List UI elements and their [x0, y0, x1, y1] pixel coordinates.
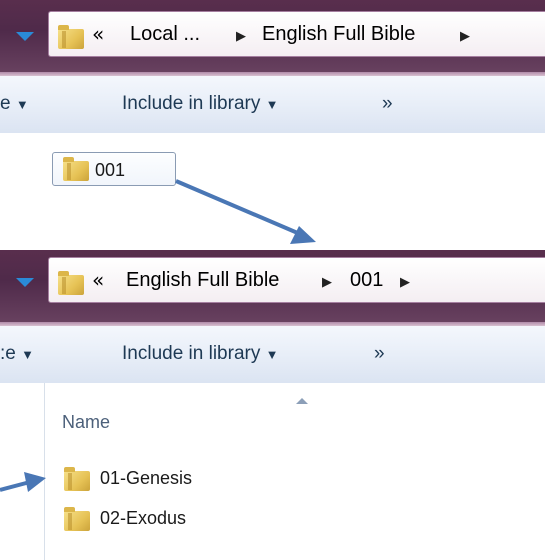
column-header-name[interactable]: Name [62, 412, 110, 433]
folder-icon [58, 25, 84, 49]
list-item[interactable]: 01-Genesis [60, 464, 260, 494]
breadcrumb-item-local[interactable]: Local ... [130, 20, 200, 48]
navigation-pane-edge [0, 383, 44, 560]
recent-locations-dropdown-icon[interactable] [16, 32, 34, 41]
breadcrumb-overflow[interactable]: « [92, 266, 104, 294]
breadcrumb-separator-icon[interactable]: ▶ [322, 266, 332, 294]
explorer-window-top: « Local ... ▶ English Full Bible ▶ e ▼ I… [0, 0, 545, 245]
folder-icon [64, 507, 90, 531]
breadcrumb-separator-icon[interactable]: ▶ [236, 20, 246, 48]
recent-locations-dropdown-icon[interactable] [16, 278, 34, 287]
folder-icon [64, 467, 90, 491]
organize-button-partial[interactable]: e ▼ [0, 90, 29, 118]
more-commands-button[interactable]: » [382, 90, 393, 118]
organize-label: e [0, 93, 11, 114]
breadcrumb-item-english-full-bible[interactable]: English Full Bible [262, 20, 415, 48]
organize-button-partial[interactable]: :e ▼ [0, 340, 34, 368]
include-in-library-button[interactable]: Include in library ▼ [122, 90, 279, 118]
include-in-library-button[interactable]: Include in library ▼ [122, 340, 279, 368]
folder-name: 001 [95, 160, 126, 180]
include-in-library-label: Include in library [122, 93, 261, 114]
breadcrumb-item-001[interactable]: 001 [350, 266, 383, 294]
command-bar: e ▼ Include in library ▼ » [0, 76, 545, 134]
file-list [0, 133, 545, 245]
explorer-window-bottom: « English Full Bible ▶ 001 ▶ :e ▼ Includ… [0, 250, 545, 560]
folder-name: 01-Genesis [100, 468, 193, 488]
folder-item-001[interactable]: 001 [52, 152, 176, 186]
sort-ascending-icon [296, 398, 308, 404]
chevron-down-icon: ▼ [265, 97, 279, 112]
folder-name: 02-Exodus [100, 508, 187, 528]
address-bar: « English Full Bible ▶ 001 ▶ [0, 250, 545, 326]
chevron-down-icon: ▼ [265, 347, 279, 362]
breadcrumb-overflow[interactable]: « [92, 20, 104, 48]
include-in-library-label: Include in library [122, 343, 261, 364]
breadcrumb-separator-icon[interactable]: ▶ [400, 266, 410, 294]
pane-divider[interactable] [44, 383, 45, 560]
list-item[interactable]: 02-Exodus [60, 504, 260, 534]
more-commands-button[interactable]: » [374, 340, 385, 368]
folder-icon [58, 271, 84, 295]
chevron-down-icon: ▼ [15, 97, 29, 112]
breadcrumb-item-english-full-bible[interactable]: English Full Bible [126, 266, 279, 294]
breadcrumb-separator-icon[interactable]: ▶ [460, 20, 470, 48]
address-field[interactable] [48, 257, 545, 303]
folder-icon [63, 157, 89, 181]
command-bar: :e ▼ Include in library ▼ » [0, 326, 545, 384]
chevron-down-icon: ▼ [21, 347, 35, 362]
organize-label: :e [0, 343, 16, 364]
address-bar: « Local ... ▶ English Full Bible ▶ [0, 0, 545, 76]
